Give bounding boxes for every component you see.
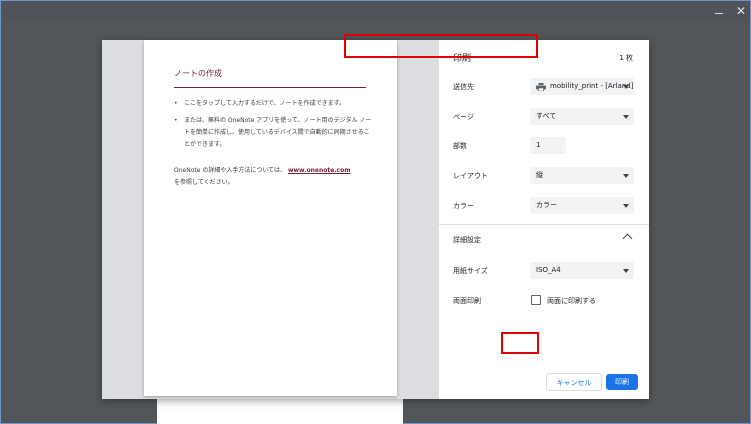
close-button[interactable]: ✕: [734, 4, 748, 18]
chevron-down-icon: [623, 204, 629, 208]
minimize-button[interactable]: [712, 4, 726, 18]
layout-value: 縦: [536, 171, 543, 179]
preview-bullet-1: • ここをタップして入力するだけで、ノートを作成できます。: [174, 100, 345, 107]
preview-paragraph: OneNote の詳細や入手方法については、 www.onenote.com を…: [174, 167, 351, 186]
layout-label: レイアウト: [453, 172, 488, 180]
color-value: カラー: [536, 201, 557, 209]
chevron-down-icon: [623, 85, 629, 89]
layout-select[interactable]: 縦: [530, 167, 634, 184]
onenote-link: www.onenote.com: [287, 167, 351, 174]
destination-select[interactable]: mobility_print - [Arland]: [530, 78, 634, 95]
print-preview-area: ノートの作成 • ここをタップして入力するだけで、ノートを作成できます。 • または…: [102, 40, 439, 399]
cancel-button[interactable]: キャンセル: [546, 373, 602, 391]
title-bar: ✕: [1, 1, 750, 21]
document-background-page: [157, 398, 403, 424]
duplex-label: 両面印刷: [453, 297, 481, 305]
copies-input[interactable]: 1: [530, 137, 566, 154]
preview-page-title: ノートの作成: [174, 69, 222, 78]
duplex-checkbox[interactable]: [531, 295, 541, 305]
destination-label: 送信先: [453, 83, 474, 91]
preview-page: ノートの作成 • ここをタップして入力するだけで、ノートを作成できます。 • または…: [144, 40, 397, 396]
pages-select[interactable]: すべて: [530, 108, 634, 125]
paper-size-label: 用紙サイズ: [453, 267, 488, 275]
print-button-highlight: [501, 332, 539, 354]
destination-value: mobility_print - [Arland]: [550, 82, 634, 90]
preview-title-rule: [174, 87, 366, 88]
pages-value: すべて: [536, 112, 557, 120]
advanced-settings-toggle[interactable]: 詳細設定: [453, 235, 481, 245]
chevron-down-icon: [623, 115, 629, 119]
print-button[interactable]: 印刷: [606, 374, 638, 390]
pages-label: ページ: [453, 113, 474, 121]
chevron-down-icon: [623, 269, 629, 273]
color-select[interactable]: カラー: [530, 197, 634, 214]
chevron-up-icon[interactable]: [622, 233, 633, 244]
paper-size-value: ISO_A4: [536, 266, 561, 274]
destination-highlight: [344, 34, 538, 58]
duplex-option-label[interactable]: 両面に印刷する: [547, 296, 596, 306]
printer-icon: [536, 83, 546, 91]
section-divider: [439, 224, 649, 225]
sheet-count: 1 枚: [619, 54, 633, 62]
paper-size-select[interactable]: ISO_A4: [530, 262, 634, 279]
preview-bullet-2: • または、無料の OneNote アプリを使って、ノート用のデジタル ノートを簡…: [174, 117, 372, 148]
print-dialog: ノートの作成 • ここをタップして入力するだけで、ノートを作成できます。 • または…: [102, 40, 649, 399]
chevron-down-icon: [623, 174, 629, 178]
print-settings-panel: 印刷 1 枚 送信先 mobility_print - [Arland] ページ…: [439, 40, 649, 399]
color-label: カラー: [453, 202, 474, 210]
copies-label: 部数: [453, 142, 467, 150]
